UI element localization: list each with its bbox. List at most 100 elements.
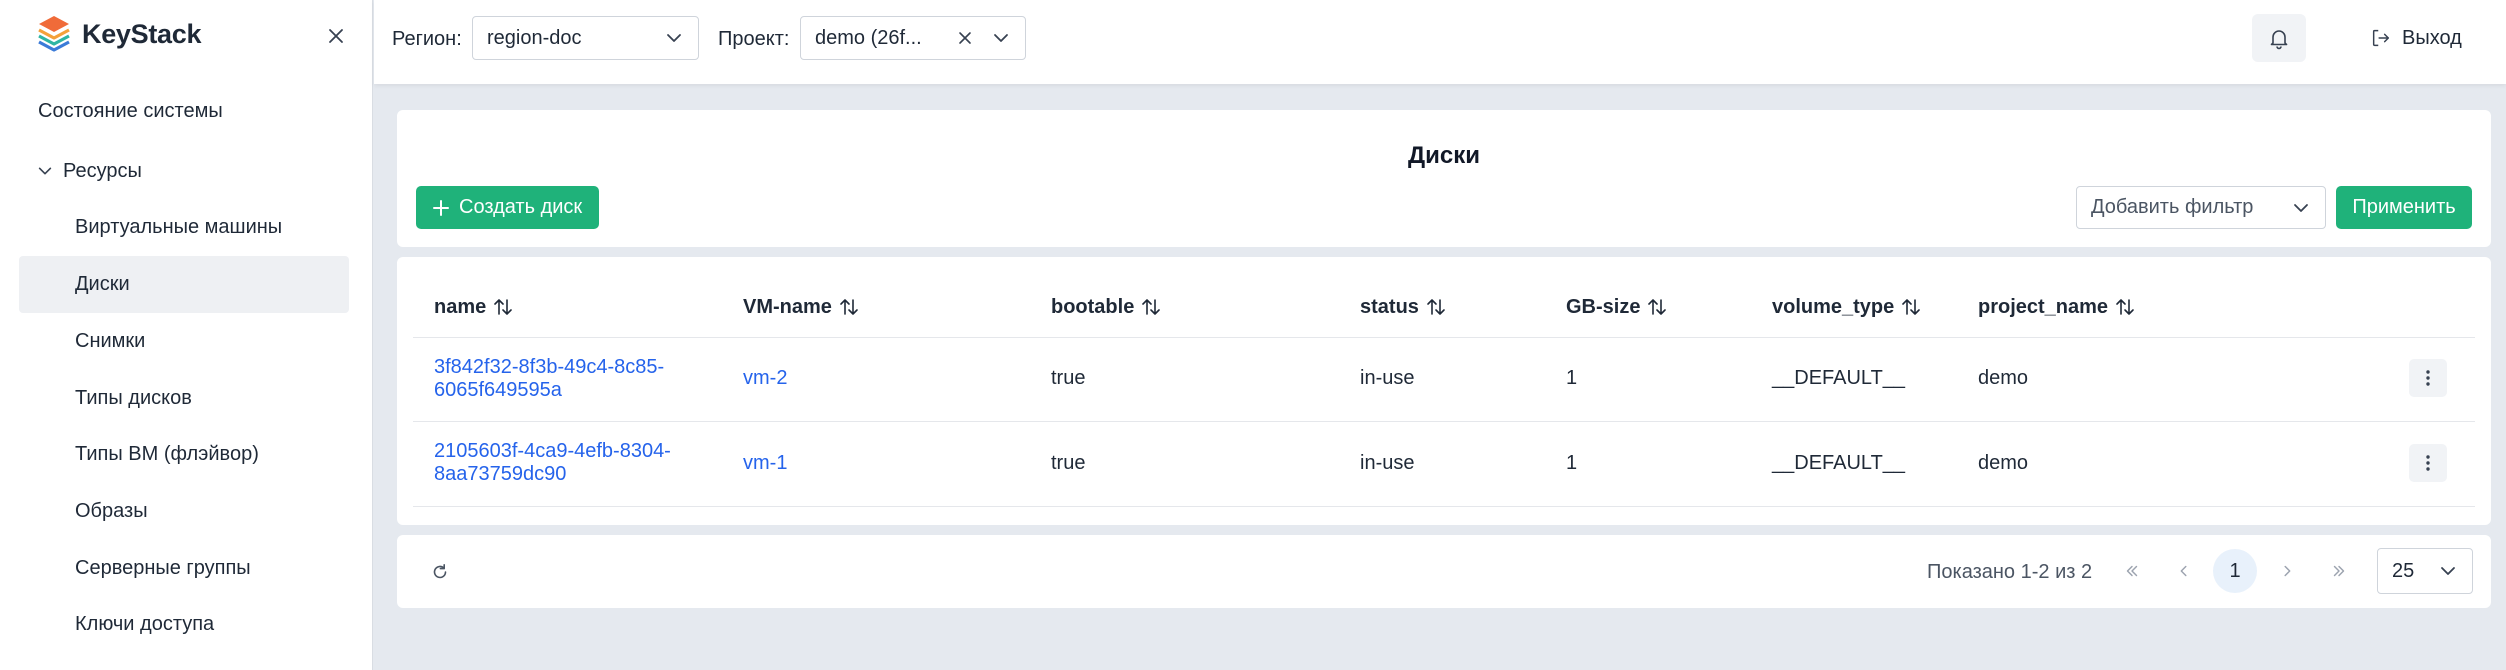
keystack-logo-icon xyxy=(38,16,70,52)
page-1-button[interactable]: 1 xyxy=(2213,549,2257,593)
nav-system-status[interactable]: Состояние системы xyxy=(38,96,223,126)
column-header-name[interactable]: name xyxy=(434,293,514,321)
sort-icon xyxy=(2116,299,2134,315)
create-disk-button[interactable]: Создать диск xyxy=(416,186,600,229)
sort-icon xyxy=(1142,299,1161,315)
chevron-down-icon xyxy=(667,34,681,42)
sidebar-item-server-groups[interactable]: Серверные группы xyxy=(19,540,349,597)
region-value: region-doc xyxy=(487,26,582,49)
status-value: in-use xyxy=(1360,452,1415,474)
size-value: 1 xyxy=(1566,452,1578,474)
sidebar-item-snapshots[interactable]: Снимки xyxy=(19,313,349,370)
disk-name-link[interactable]: 3f842f32-8f3b-49c4-8c85- 6065f649595a xyxy=(434,356,664,402)
bootable-value: true xyxy=(1051,367,1086,389)
next-page-button[interactable] xyxy=(2265,549,2309,593)
first-page-button[interactable] xyxy=(2110,549,2154,593)
logout-label: Выход xyxy=(2402,26,2462,49)
sidebar-item-disk-types[interactable]: Типы дисков xyxy=(19,370,349,427)
disk-name-line: 2105603f-4ca9-4efb-8304- xyxy=(434,440,671,462)
column-header-vm-name[interactable]: VM-name xyxy=(743,293,860,321)
volume-type-value: __DEFAULT__ xyxy=(1772,452,1906,474)
chevron-left-icon xyxy=(2180,565,2187,577)
refresh-icon xyxy=(433,564,447,579)
disk-name-line: 8aa73759dc90 xyxy=(434,463,567,485)
add-filter-select[interactable]: Добавить фильтр xyxy=(2076,186,2326,229)
column-header-status[interactable]: status xyxy=(1360,293,1447,321)
previous-page-button[interactable] xyxy=(2162,549,2206,593)
project-value: demo xyxy=(1978,452,2029,474)
chevrons-left-icon xyxy=(2126,565,2138,577)
bell-icon xyxy=(2270,30,2288,50)
column-header-volume-type[interactable]: volume_type xyxy=(1772,293,1922,321)
row-divider xyxy=(413,421,2475,422)
vm-name-link[interactable]: vm-1 xyxy=(743,452,787,475)
clear-icon[interactable] xyxy=(955,28,975,48)
sidebar-item-disks[interactable]: Диски xyxy=(19,256,349,313)
sidebar: KeyStack Состояние системы Ресурсы Вирту… xyxy=(0,0,373,670)
row-actions-button[interactable] xyxy=(2409,359,2447,397)
refresh-button[interactable] xyxy=(427,559,453,585)
nav-resources[interactable]: Ресурсы xyxy=(36,156,142,186)
more-vertical-icon xyxy=(2426,370,2430,386)
column-header-gb-size[interactable]: GB-size xyxy=(1566,293,1668,321)
vm-name-link[interactable]: vm-2 xyxy=(743,367,787,390)
chevron-down-icon xyxy=(2441,567,2455,575)
status-value: in-use xyxy=(1360,367,1415,389)
sidebar-item-flavors[interactable]: Типы ВМ (флэйвор) xyxy=(19,426,349,483)
add-filter-label: Добавить фильтр xyxy=(2091,196,2254,218)
sort-icon xyxy=(494,299,513,315)
sort-icon xyxy=(1902,299,1921,315)
sidebar-item-virtual-machines[interactable]: Виртуальные машины xyxy=(19,199,349,256)
page-header-card: Диски Создать диск Добавить фильтр Приме… xyxy=(397,110,2491,247)
pagination-summary: Показано 1-2 из 2 xyxy=(1927,561,2093,583)
row-divider xyxy=(413,506,2475,507)
column-header-bootable[interactable]: bootable xyxy=(1051,293,1162,321)
chevron-down-icon xyxy=(2294,203,2308,212)
sort-icon xyxy=(1427,299,1445,315)
column-header-label: project_name xyxy=(1978,296,2109,318)
logo[interactable]: KeyStack xyxy=(36,14,201,54)
column-header-label: name xyxy=(434,296,487,318)
column-header-label: status xyxy=(1360,296,1419,318)
size-value: 1 xyxy=(1566,367,1578,389)
brand-name: KeyStack xyxy=(82,18,202,49)
chevron-down-icon xyxy=(38,167,52,175)
project-value: demo (26f... xyxy=(815,26,922,49)
row-divider xyxy=(413,337,2475,338)
bootable-value: true xyxy=(1051,452,1086,474)
column-header-label: VM-name xyxy=(743,296,832,318)
logout-icon xyxy=(2372,29,2390,47)
chevron-right-icon xyxy=(2284,565,2291,577)
nav-resources-label: Ресурсы xyxy=(63,160,142,182)
sidebar-item-access-keys[interactable]: Ключи доступа xyxy=(19,596,349,653)
page-title: Диски xyxy=(1408,142,1480,169)
last-page-button[interactable] xyxy=(2317,549,2361,593)
sidebar-item-images[interactable]: Образы xyxy=(19,483,349,540)
column-header-label: bootable xyxy=(1051,296,1135,318)
region-label: Регион: xyxy=(392,28,462,50)
project-label: Проект: xyxy=(718,28,790,50)
sort-icon xyxy=(840,299,858,315)
chevrons-right-icon xyxy=(2333,565,2345,577)
apply-button[interactable]: Применить xyxy=(2336,186,2472,229)
column-header-label: volume_type xyxy=(1772,296,1895,318)
column-header-project-name[interactable]: project_name xyxy=(1978,293,2136,321)
column-header-label: GB-size xyxy=(1566,296,1641,318)
disk-name-line: 6065f649595a xyxy=(434,379,562,401)
row-actions-button[interactable] xyxy=(2409,444,2447,482)
volume-type-value: __DEFAULT__ xyxy=(1772,367,1906,389)
project-select[interactable]: demo (26f... xyxy=(800,16,1026,60)
notifications-button[interactable] xyxy=(2252,14,2306,62)
chevron-down-icon xyxy=(994,34,1008,42)
disks-table: name VM-name bootable status GB-size vol… xyxy=(397,257,2491,525)
plus-icon xyxy=(433,199,449,216)
page-size-select[interactable]: 25 xyxy=(2377,548,2473,594)
logout-button[interactable]: Выход xyxy=(2370,20,2462,56)
pagination-bar: Показано 1-2 из 2 1 25 xyxy=(397,535,2491,608)
close-sidebar-button[interactable] xyxy=(322,22,350,50)
close-icon xyxy=(329,29,343,43)
page-size-value: 25 xyxy=(2392,559,2415,582)
disk-name-link[interactable]: 2105603f-4ca9-4efb-8304- 8aa73759dc90 xyxy=(434,440,671,486)
topbar: Регион: region-doc Проект: demo (26f... … xyxy=(374,0,2506,84)
region-select[interactable]: region-doc xyxy=(472,16,699,60)
